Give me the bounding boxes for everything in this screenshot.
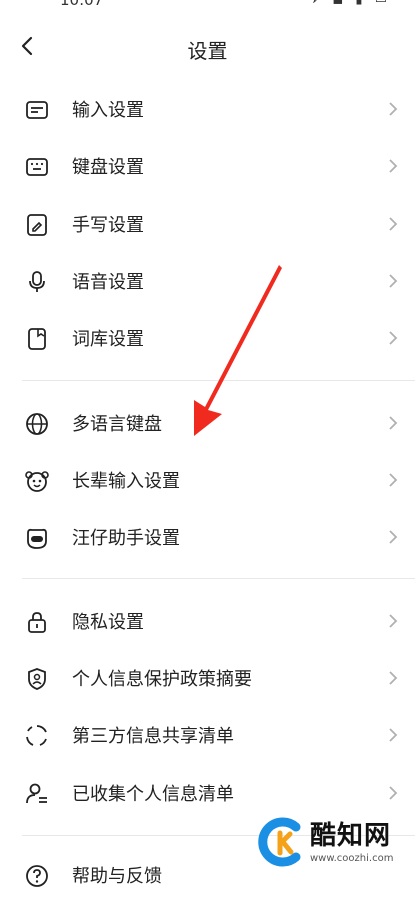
- status-time: 10:07: [60, 0, 104, 9]
- settings-item-privacy[interactable]: 隐私设置: [0, 593, 415, 649]
- chevron-right-icon: [386, 669, 400, 687]
- settings-item-privacy-policy-summary[interactable]: 个人信息保护政策摘要: [0, 650, 415, 706]
- settings-item-label: 已收集个人信息清单: [72, 784, 234, 805]
- lock-icon: [24, 609, 50, 635]
- settings-item-lexicon[interactable]: 词库设置: [0, 310, 415, 366]
- settings-item-label: 多语言键盘: [72, 414, 162, 435]
- header: 设置: [0, 20, 415, 76]
- settings-item-third-party-sharing[interactable]: 第三方信息共享清单: [0, 707, 415, 763]
- chevron-right-icon: [386, 528, 400, 546]
- lexicon-book-icon: [24, 326, 50, 352]
- settings-item-label: 语音设置: [72, 272, 144, 293]
- microphone-icon: [24, 269, 50, 295]
- chevron-right-icon: [386, 612, 400, 630]
- elder-face-icon: [24, 468, 50, 494]
- settings-item-label: 第三方信息共享清单: [72, 726, 234, 747]
- settings-item-input[interactable]: 输入设置: [0, 81, 415, 137]
- chevron-right-icon: [386, 100, 400, 118]
- settings-item-label: 键盘设置: [72, 157, 144, 178]
- settings-item-label: 帮助与反馈: [72, 866, 162, 887]
- watermark-logo-icon: [258, 817, 301, 867]
- status-icons: ✈ ◼ ▮ ▭: [309, 0, 391, 7]
- shield-user-icon: [24, 666, 50, 692]
- chevron-right-icon: [386, 726, 400, 744]
- settings-item-handwriting[interactable]: 手写设置: [0, 196, 415, 252]
- chevron-right-icon: [386, 471, 400, 489]
- settings-item-label: 隐私设置: [72, 612, 144, 633]
- assistant-dog-icon: [24, 525, 50, 551]
- settings-item-collected-info[interactable]: 已收集个人信息清单: [0, 765, 415, 821]
- settings-item-elder-input[interactable]: 长辈输入设置: [0, 452, 415, 508]
- watermark: 酷知网 www.coozhi.com: [256, 815, 415, 877]
- settings-item-multilanguage[interactable]: 多语言键盘: [0, 395, 415, 451]
- watermark-url: www.coozhi.com: [310, 853, 394, 864]
- settings-item-label: 个人信息保护政策摘要: [72, 669, 252, 690]
- page-title: 设置: [187, 39, 228, 63]
- status-bar: 10:07 ✈ ◼ ▮ ▭: [0, 0, 415, 12]
- chevron-right-icon: [386, 329, 400, 347]
- settings-item-label: 输入设置: [72, 100, 144, 121]
- settings-item-voice[interactable]: 语音设置: [0, 253, 415, 309]
- share-circle-icon: [24, 723, 50, 749]
- settings-item-wangzai-assistant[interactable]: 汪仔助手设置: [0, 509, 415, 565]
- chevron-right-icon: [386, 414, 400, 432]
- section-divider: [22, 578, 415, 579]
- user-list-icon: [24, 781, 50, 807]
- keyboard-icon: [24, 154, 50, 180]
- settings-item-label: 长辈输入设置: [72, 471, 180, 492]
- settings-item-label: 手写设置: [72, 215, 144, 236]
- settings-item-keyboard[interactable]: 键盘设置: [0, 138, 415, 194]
- section-divider: [22, 380, 415, 381]
- settings-item-label: 词库设置: [72, 329, 144, 350]
- input-settings-icon: [24, 97, 50, 123]
- watermark-name: 酷知网: [310, 821, 392, 851]
- globe-icon: [24, 411, 50, 437]
- chevron-right-icon: [386, 272, 400, 290]
- chevron-right-icon: [386, 215, 400, 233]
- chevron-right-icon: [386, 784, 400, 802]
- help-question-icon: [24, 863, 50, 889]
- handwriting-icon: [24, 212, 50, 238]
- chevron-right-icon: [386, 157, 400, 175]
- settings-item-label: 汪仔助手设置: [72, 528, 180, 549]
